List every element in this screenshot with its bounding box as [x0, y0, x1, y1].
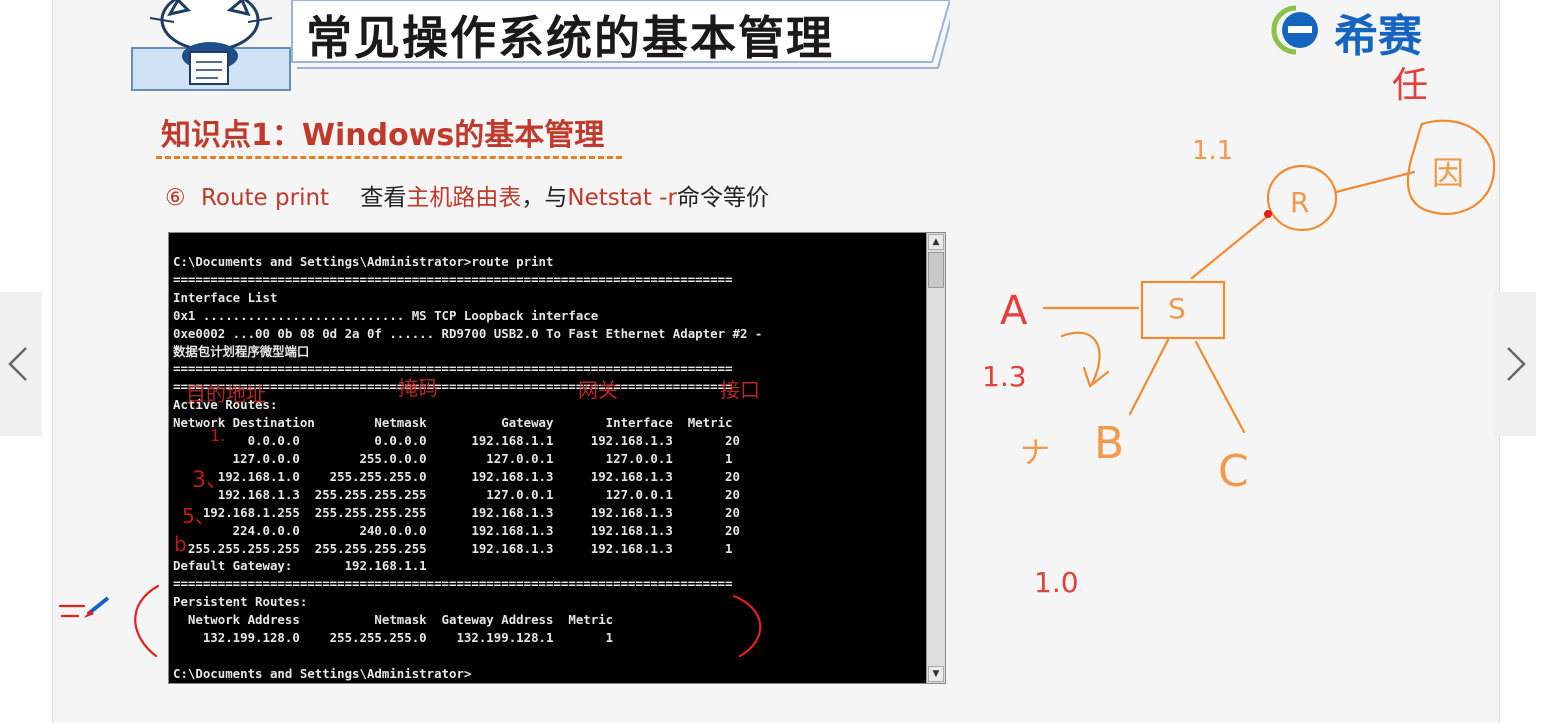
hw-host-c: C	[1218, 446, 1249, 497]
topic-text-2: 主机路由表	[406, 185, 522, 211]
scroll-down-arrow-icon[interactable]: ▼	[928, 666, 944, 682]
topic-text-4: Netstat -r	[567, 185, 677, 211]
interface-row: 0x1 ........................... MS TCP L…	[173, 307, 599, 323]
hw-switch-s: S	[1168, 292, 1186, 325]
hw-1-1: 1.1	[1192, 136, 1234, 166]
hw-row-mark-3: 3、	[192, 468, 228, 493]
overlay-label-mask: 掩码	[398, 376, 438, 400]
console-end-prompt: C:\Documents and Settings\Administrator>	[173, 665, 472, 681]
prev-slide-button[interactable]	[0, 292, 42, 436]
persistent-routes-label: Persistent Routes:	[173, 594, 308, 610]
scroll-thumb[interactable]	[928, 252, 944, 288]
overlay-label-gateway: 网关	[578, 378, 618, 402]
console-separator: ========================================…	[173, 361, 733, 377]
interface-row-cont: 数据包计划程序微型端口	[173, 343, 310, 359]
topic-line: ⑥ Route print 查看主机路由表，与Netstat -r命令等价	[165, 178, 769, 212]
scroll-up-arrow-icon[interactable]: ▲	[928, 234, 944, 250]
overlay-label-interface: 接口	[720, 378, 760, 402]
hw-row-mark-5: 5、	[182, 504, 215, 528]
hw-1-0: 1.0	[1034, 566, 1079, 599]
route-row: 255.255.255.255 255.255.255.255 192.168.…	[173, 540, 733, 556]
chevron-right-icon	[1507, 347, 1526, 381]
route-row: 192.168.1.255 255.255.255.255 192.168.1.…	[173, 504, 740, 520]
route-row: 192.168.1.3 255.255.255.255 127.0.0.1 12…	[173, 486, 740, 502]
hw-host-b: B	[1094, 418, 1125, 469]
overlay-label-dest: 目的地址	[186, 382, 266, 406]
hw-j: ナ	[1020, 436, 1050, 471]
persistent-route-row: 132.199.128.0 255.255.255.0 132.199.128.…	[173, 630, 614, 646]
hw-1-3: 1.3	[982, 360, 1027, 393]
page-title: 常见操作系统的基本管理	[306, 11, 834, 65]
hw-router-r: R	[1290, 186, 1310, 219]
hw-row-mark-6: b	[174, 532, 187, 556]
route-row: 0.0.0.0 0.0.0.0 192.168.1.1 192.168.1.3 …	[173, 433, 740, 449]
persistent-routes-header: Network Address Netmask Gateway Address …	[173, 612, 614, 628]
hw-host-a: A	[1000, 288, 1028, 334]
hw-row-mark-1: 1.	[210, 426, 226, 445]
route-row: 127.0.0.0 255.0.0.0 127.0.0.1 127.0.0.1 …	[173, 450, 733, 466]
cmd-console-window: C:\Documents and Settings\Administrator>…	[168, 232, 946, 684]
console-output: C:\Documents and Settings\Administrator>…	[173, 253, 762, 683]
section-title: 知识点1：Windows的基本管理	[161, 118, 605, 153]
route-row: 192.168.1.0 255.255.255.0 192.168.1.3 19…	[173, 468, 740, 484]
console-scrollbar[interactable]: ▲ ▼	[926, 233, 945, 683]
topic-command: Route print	[200, 185, 330, 211]
mascot-cat-icon	[131, 0, 291, 91]
hw-yin: 因	[1432, 154, 1465, 192]
hw-ren: 任	[1392, 65, 1429, 106]
topic-text-5: 命令等价	[676, 185, 769, 211]
topic-text-1: 查看	[360, 185, 407, 211]
next-slide-button[interactable]	[1494, 292, 1536, 436]
section-title-underline	[156, 156, 622, 159]
chevron-left-icon	[8, 347, 27, 381]
console-separator: ========================================…	[173, 271, 733, 287]
brand-logo-text: 希赛	[1334, 11, 1422, 62]
topic-number: ⑥	[165, 185, 186, 211]
route-row: 224.0.0.0 240.0.0.0 192.168.1.3 192.168.…	[173, 522, 740, 538]
topic-text-3: ，与	[521, 185, 568, 211]
route-table-header: Network Destination Netmask Gateway Inte…	[173, 415, 733, 431]
interface-row: 0xe0002 ...00 0b 08 0d 2a 0f ...... RD97…	[173, 325, 763, 341]
interface-list-label: Interface List	[173, 289, 278, 305]
console-separator: ========================================…	[173, 576, 733, 592]
default-gateway-line: Default Gateway: 192.168.1.1	[173, 558, 427, 574]
console-prompt-line: C:\Documents and Settings\Administrator>…	[173, 254, 554, 269]
